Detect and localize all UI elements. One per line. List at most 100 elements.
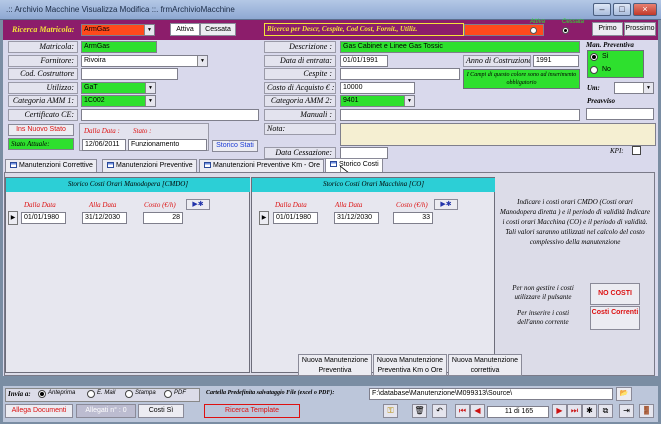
- stato-dalla-data-field[interactable]: 12/06/2011: [82, 139, 126, 151]
- co-col-dalla: Dalla Data: [275, 201, 307, 209]
- chevron-down-icon[interactable]: ▼: [145, 96, 155, 106]
- delete-icon[interactable]: 🗑: [412, 404, 427, 418]
- ricerca-matricola-combo[interactable]: ArmGas ▼: [81, 24, 155, 36]
- co-alla-field[interactable]: 31/12/2030: [334, 212, 379, 224]
- new-record-icon[interactable]: ✱: [582, 404, 597, 418]
- radio-attiva[interactable]: [530, 27, 537, 34]
- mandatory-note: I Campi di questo colore sono ad inserim…: [463, 69, 580, 89]
- co-col-alla: Alla Data: [335, 201, 363, 209]
- record-counter: 11 di 165: [487, 406, 549, 418]
- last-record-icon[interactable]: ⏭: [567, 404, 582, 418]
- radio-attiva-label: Attiva: [530, 19, 546, 25]
- co-row-selector[interactable]: ▶: [259, 211, 269, 225]
- email-label: E. Mail: [97, 390, 116, 396]
- tab-storico-costi[interactable]: Storico Costi: [325, 158, 383, 172]
- prev-record-icon[interactable]: ◀: [470, 404, 485, 418]
- radio-email[interactable]: [87, 390, 95, 398]
- certificato-ce-label: Certificato CE:: [8, 109, 78, 121]
- radio-si-label: Sì: [602, 53, 609, 60]
- certificato-ce-field[interactable]: [81, 109, 259, 121]
- categoria-amm2-combo[interactable]: 9401 ▼: [340, 95, 415, 107]
- radio-no-label: No: [602, 66, 611, 73]
- nuova-manutenzione-preventiva-button[interactable]: Nuova Manutenzione Preventiva: [298, 354, 372, 376]
- storico-stati-button[interactable]: Storico Stati: [212, 140, 258, 152]
- fornitore-combo[interactable]: Rivoira ▼: [81, 55, 208, 67]
- allegati-button[interactable]: Allegati n° : 0: [76, 404, 136, 418]
- preavviso-field[interactable]: [586, 108, 654, 120]
- next-record-icon[interactable]: ▶: [552, 404, 567, 418]
- folder-open-icon[interactable]: 📂: [616, 387, 632, 401]
- categoria-amm1-combo[interactable]: 1C002 ▼: [81, 95, 156, 107]
- co-dalla-field[interactable]: 01/01/1980: [273, 212, 318, 224]
- cmdo-col-costo: Costo (€/h): [144, 201, 176, 209]
- matricola-field[interactable]: ArmGas: [81, 41, 157, 53]
- co-col-costo: Costo (€/h): [396, 201, 428, 209]
- costo-acquisto-field[interactable]: 10000: [340, 82, 415, 94]
- cmdo-col-alla: Alla Data: [89, 201, 117, 209]
- toggle-cessata[interactable]: Cessata: [200, 23, 236, 36]
- chevron-down-icon[interactable]: ▼: [197, 56, 207, 66]
- manuali-field[interactable]: [340, 109, 580, 121]
- chevron-down-icon[interactable]: ▼: [404, 96, 414, 106]
- first-record-icon[interactable]: ⏮: [455, 404, 470, 418]
- ricerca-template-button[interactable]: Ricerca Template: [204, 404, 300, 418]
- radio-stampa[interactable]: [125, 390, 133, 398]
- cmdo-costo-field[interactable]: 28: [143, 212, 183, 224]
- radio-si[interactable]: [590, 53, 598, 61]
- tab-manutenzioni-correttive[interactable]: Manutenzioni Correttive: [5, 159, 97, 172]
- undo-icon[interactable]: ↶: [432, 404, 447, 418]
- radio-no[interactable]: [590, 66, 598, 74]
- stato-value-field[interactable]: Funzionamento: [128, 139, 207, 151]
- utilizzo-combo[interactable]: GaT ▼: [81, 82, 156, 94]
- grid-icon: [107, 162, 114, 168]
- kpi-checkbox[interactable]: [632, 146, 641, 155]
- utilizzo-label: Utilizzo:: [8, 82, 78, 94]
- cmdo-row-selector[interactable]: ▶: [8, 211, 18, 225]
- costo-acquisto-label: Costo di Acquisto € :: [264, 82, 336, 94]
- primo-button[interactable]: Primo: [592, 22, 623, 36]
- copy-icon[interactable]: ⧉: [598, 404, 613, 418]
- export-icon[interactable]: ⇥: [619, 404, 634, 418]
- data-entrata-field[interactable]: 01/01/1991: [340, 55, 388, 67]
- radio-cessata[interactable]: [562, 27, 569, 34]
- fornitore-label: Fornitore:: [8, 55, 78, 67]
- cmdo-alla-field[interactable]: 31/12/2030: [82, 212, 127, 224]
- cartella-field[interactable]: F:\database\Manutenzione\M099313\Source\: [369, 388, 613, 400]
- exit-door-icon[interactable]: 🚪: [639, 404, 654, 418]
- ins-nuovo-stato-button[interactable]: Ins Nuovo Stato: [8, 124, 74, 136]
- chevron-down-icon[interactable]: ▼: [144, 25, 154, 35]
- anteprima-label: Anteprima: [48, 390, 76, 396]
- radio-pdf[interactable]: [164, 390, 172, 398]
- title-bar: .:: Archivio Macchine Visualizza Modific…: [0, 0, 661, 20]
- tab-manutenzioni-preventive[interactable]: Manutenzioni Preventive: [102, 159, 197, 172]
- close-button[interactable]: ×: [633, 3, 657, 16]
- nuova-manutenzione-correttiva-button[interactable]: Nuova Manutenzione correttiva: [448, 354, 522, 376]
- cod-costruttore-field[interactable]: [81, 68, 178, 80]
- chevron-down-icon[interactable]: ▼: [145, 83, 155, 93]
- maximize-button[interactable]: □: [613, 3, 631, 16]
- toggle-attiva[interactable]: Attiva: [170, 23, 200, 36]
- descrizione-field[interactable]: Gas Cabinet e Linee Gas Tossic: [340, 41, 580, 53]
- no-costi-button[interactable]: NO COSTI: [590, 283, 640, 305]
- chevron-down-icon[interactable]: ▼: [643, 83, 653, 93]
- um-combo[interactable]: ▼: [614, 82, 654, 94]
- costi-si-button[interactable]: Costi Sì: [138, 404, 184, 418]
- cespite-field[interactable]: [340, 68, 460, 80]
- radio-anteprima[interactable]: [38, 390, 46, 398]
- costi-correnti-button[interactable]: Costi Correnti: [590, 306, 640, 330]
- co-costo-field[interactable]: 33: [393, 212, 433, 224]
- minimize-button[interactable]: –: [593, 3, 611, 16]
- nuova-manutenzione-km-ore-button[interactable]: Nuova Manutenzione Preventiva Km o Ore: [373, 354, 447, 376]
- anno-costruzione-field[interactable]: 1991: [533, 55, 579, 67]
- allega-documenti-button[interactable]: Allega Documenti: [5, 404, 73, 418]
- cmdo-new-record-button[interactable]: ▶✱: [186, 199, 210, 210]
- key-icon[interactable]: ⚿: [383, 404, 398, 418]
- nota-field[interactable]: [340, 123, 656, 146]
- manuali-label: Manuali :: [264, 109, 336, 121]
- co-header: Storico Costi Orari Macchina [CO]: [252, 178, 495, 192]
- cmdo-dalla-field[interactable]: 01/01/1980: [21, 212, 66, 224]
- prossimo-button[interactable]: Prossimo: [624, 22, 656, 36]
- tab-manutenzioni-preventive-km-ore[interactable]: Manutenzioni Preventive Km - Ore: [199, 159, 324, 172]
- co-new-record-button[interactable]: ▶✱: [434, 199, 458, 210]
- ricerca-matricola-label: Ricerca Matricola:: [12, 25, 75, 34]
